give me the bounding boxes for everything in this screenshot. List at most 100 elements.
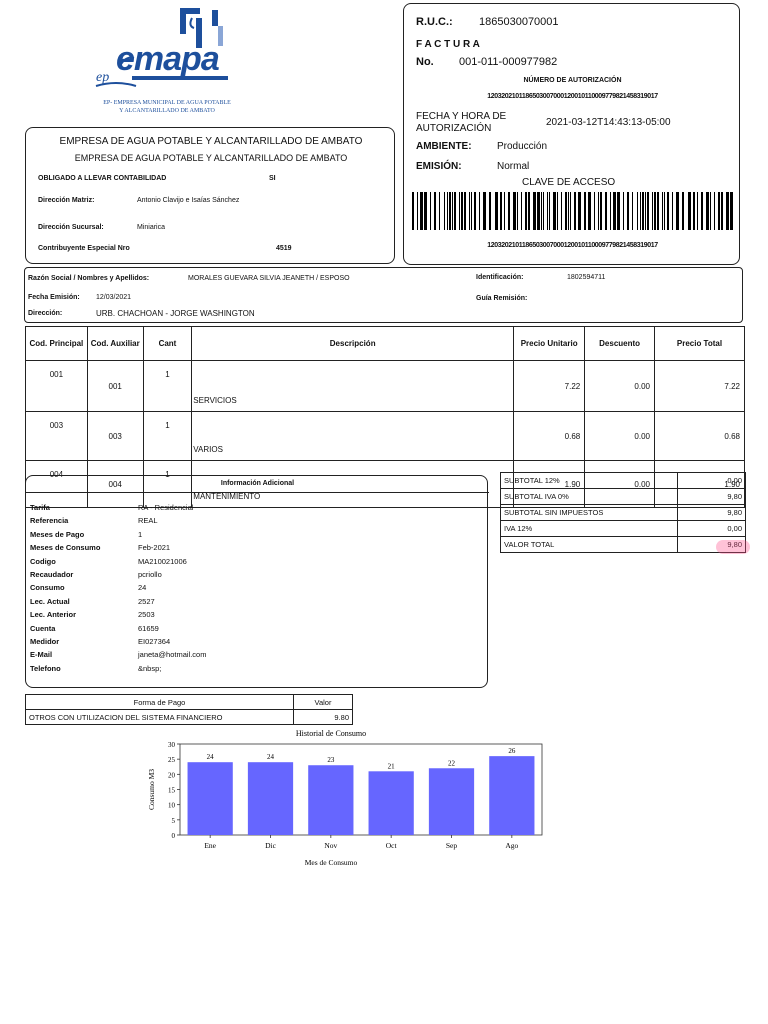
info-label: Recaudador <box>30 570 74 579</box>
info-value: 1 <box>138 529 143 539</box>
invoice-number: 001-011-000977982 <box>459 56 558 68</box>
item-precio-unitario: 7.22 <box>513 360 586 412</box>
company-name-1: EMPRESA DE AGUA POTABLE Y ALCANTARILLADO… <box>59 136 363 147</box>
info-title: Información Adicional <box>220 480 295 487</box>
additional-info-box: Información Adicional Tarifa RA - Residen… <box>25 475 489 688</box>
item-cod-auxiliar: 001 <box>86 360 144 412</box>
fecha-label: Fecha Emisión: <box>28 294 80 301</box>
logo-brand: emapa <box>116 40 220 78</box>
bar-value-label: 21 <box>388 762 396 770</box>
item-descripcion: SERVICIOS <box>191 360 515 412</box>
total-row: VALOR TOTAL 9,80 <box>500 536 746 553</box>
total-row: IVA 12% 0,00 <box>500 520 746 537</box>
bar-value-label: 22 <box>448 759 456 767</box>
item-cant: 1 <box>142 411 193 461</box>
x-tick-label: Oct <box>386 841 398 850</box>
col-cant: Cant <box>142 326 193 361</box>
totals-table: SUBTOTAL 12% 0,00 SUBTOTAL IVA 0% 9,80 SUBTO… <box>500 472 746 553</box>
emision-label: EMISIÓN: <box>416 161 462 172</box>
logo-caption-1: EP- EMPRESA MUNICIPAL DE AGUA POTABLE <box>103 100 231 106</box>
ambiente-value: Producción <box>497 141 548 152</box>
item-precio-unitario: 0.68 <box>513 411 586 461</box>
auth-label: NÚMERO DE AUTORIZACIÓN <box>523 77 622 84</box>
info-value: 2527 <box>138 596 155 606</box>
item-precio-total: 7.22 <box>653 360 746 412</box>
bar-ene <box>187 762 233 835</box>
payment-header-valor: Valor <box>293 694 353 710</box>
matriz-label: Dirección Matriz: <box>38 197 95 204</box>
total-value: 0,00 <box>677 520 746 537</box>
y-tick-label: 20 <box>168 771 176 779</box>
dir-label: Dirección: <box>28 310 63 317</box>
x-tick-label: Ene <box>204 841 216 850</box>
ruc-value: 1865030070001 <box>479 16 559 28</box>
info-label: Meses de Consumo <box>30 543 101 553</box>
info-label: Tarifa <box>30 503 50 512</box>
item-cod-auxiliar: 003 <box>86 411 144 461</box>
item-cod-principal: 001 <box>25 360 88 412</box>
info-label: Meses de Pago <box>30 529 85 539</box>
clave-label: CLAVE DE ACCESO <box>522 177 616 188</box>
ident-label: Identificación: <box>476 274 524 281</box>
info-label: Codigo <box>30 556 56 566</box>
bar-value-label: 26 <box>508 747 516 755</box>
total-value: 9,80 <box>677 488 746 505</box>
total-row: SUBTOTAL SIN IMPUESTOS 9,80 <box>500 504 746 521</box>
matriz-value: Antonio Clavijo e Isaías Sánchez <box>137 197 240 204</box>
info-value: 61659 <box>138 623 159 633</box>
company-logo: emapa ep EP- EMPRESA MUNICIPAL DE AGUA P… <box>92 4 242 122</box>
date-label-1: FECHA Y HORA DE <box>416 111 507 122</box>
razon-label: Razón Social / Nombres y Apellidos: <box>28 275 150 282</box>
bar-dic <box>247 762 294 835</box>
especial-label: Contribuyente Especial Nro <box>38 245 130 252</box>
y-tick-label: 5 <box>172 817 176 825</box>
x-tick-label: Ago <box>505 841 518 850</box>
item-cod-principal: 003 <box>25 411 88 461</box>
total-value: 0,00 <box>677 472 746 489</box>
bar-value-label: 24 <box>267 753 275 761</box>
info-divider <box>26 492 489 493</box>
invoice-header-box: R.U.C.: 1865030070001 F A C T U R A No. … <box>403 3 740 265</box>
item-row: 003 003 1 VARIOS 0.68 0.00 0.68 <box>25 411 746 461</box>
especial-value: 4519 <box>276 245 292 252</box>
total-label: VALOR TOTAL <box>500 536 678 553</box>
total-row: SUBTOTAL IVA 0% 9,80 <box>500 488 746 505</box>
razon-value: MORALES GUEVARA SILVIA JEANETH / ESPOSO <box>188 275 350 282</box>
ruc-label: R.U.C.: <box>416 16 453 28</box>
total-label: SUBTOTAL SIN IMPUESTOS <box>500 504 678 521</box>
bar-sep <box>428 768 475 835</box>
info-label: Referencia <box>30 516 69 526</box>
info-value: RA - Residencial <box>138 503 194 512</box>
client-info-box: Razón Social / Nombres y Apellidos: MORA… <box>24 267 743 323</box>
payment-header-forma: Forma de Pago <box>25 694 294 710</box>
doc-type: F A C T U R A <box>416 39 480 50</box>
total-label: IVA 12% <box>500 520 678 537</box>
item-row: 001 001 1 SERVICIOS 7.22 0.00 7.22 <box>25 360 746 412</box>
sucursal-value: Miniarica <box>137 224 166 231</box>
logo-caption-2: Y ALCANTARILLADO DE AMBATO <box>119 108 215 114</box>
payment-forma: OTROS CON UTILIZACION DEL SISTEMA FINANC… <box>25 709 294 725</box>
ambiente-label: AMBIENTE: <box>416 141 472 152</box>
ident-value: 1802594711 <box>567 274 606 281</box>
info-label: Consumo <box>30 583 65 593</box>
y-tick-label: 0 <box>172 832 176 840</box>
x-tick-label: Sep <box>446 841 458 850</box>
invoice-no-label: No. <box>416 56 434 68</box>
item-descuento: 0.00 <box>584 360 655 412</box>
col-cod-principal: Cod. Principal <box>25 326 88 361</box>
info-value: REAL <box>138 516 158 526</box>
sucursal-label: Dirección Sucursal: <box>38 224 104 231</box>
info-label: Cuenta <box>30 623 56 633</box>
company-name-2: EMPRESA DE AGUA POTABLE Y ALCANTARILLADO… <box>74 153 348 163</box>
y-tick-label: 30 <box>168 741 176 749</box>
info-value: janeta@hotmail.com <box>138 650 207 660</box>
fecha-value: 12/03/2021 <box>96 294 132 301</box>
y-axis-label: Consumo M3 <box>147 769 156 810</box>
info-label: Telefono <box>30 663 61 673</box>
item-descuento: 0.00 <box>584 411 655 461</box>
total-label: SUBTOTAL 12% <box>500 472 678 489</box>
bar-oct <box>368 771 414 835</box>
col-precio-total: Precio Total <box>653 326 746 361</box>
info-value: &nbsp; <box>138 663 162 673</box>
auth-number: 1203202101186503007000120010110009779821… <box>487 93 658 100</box>
